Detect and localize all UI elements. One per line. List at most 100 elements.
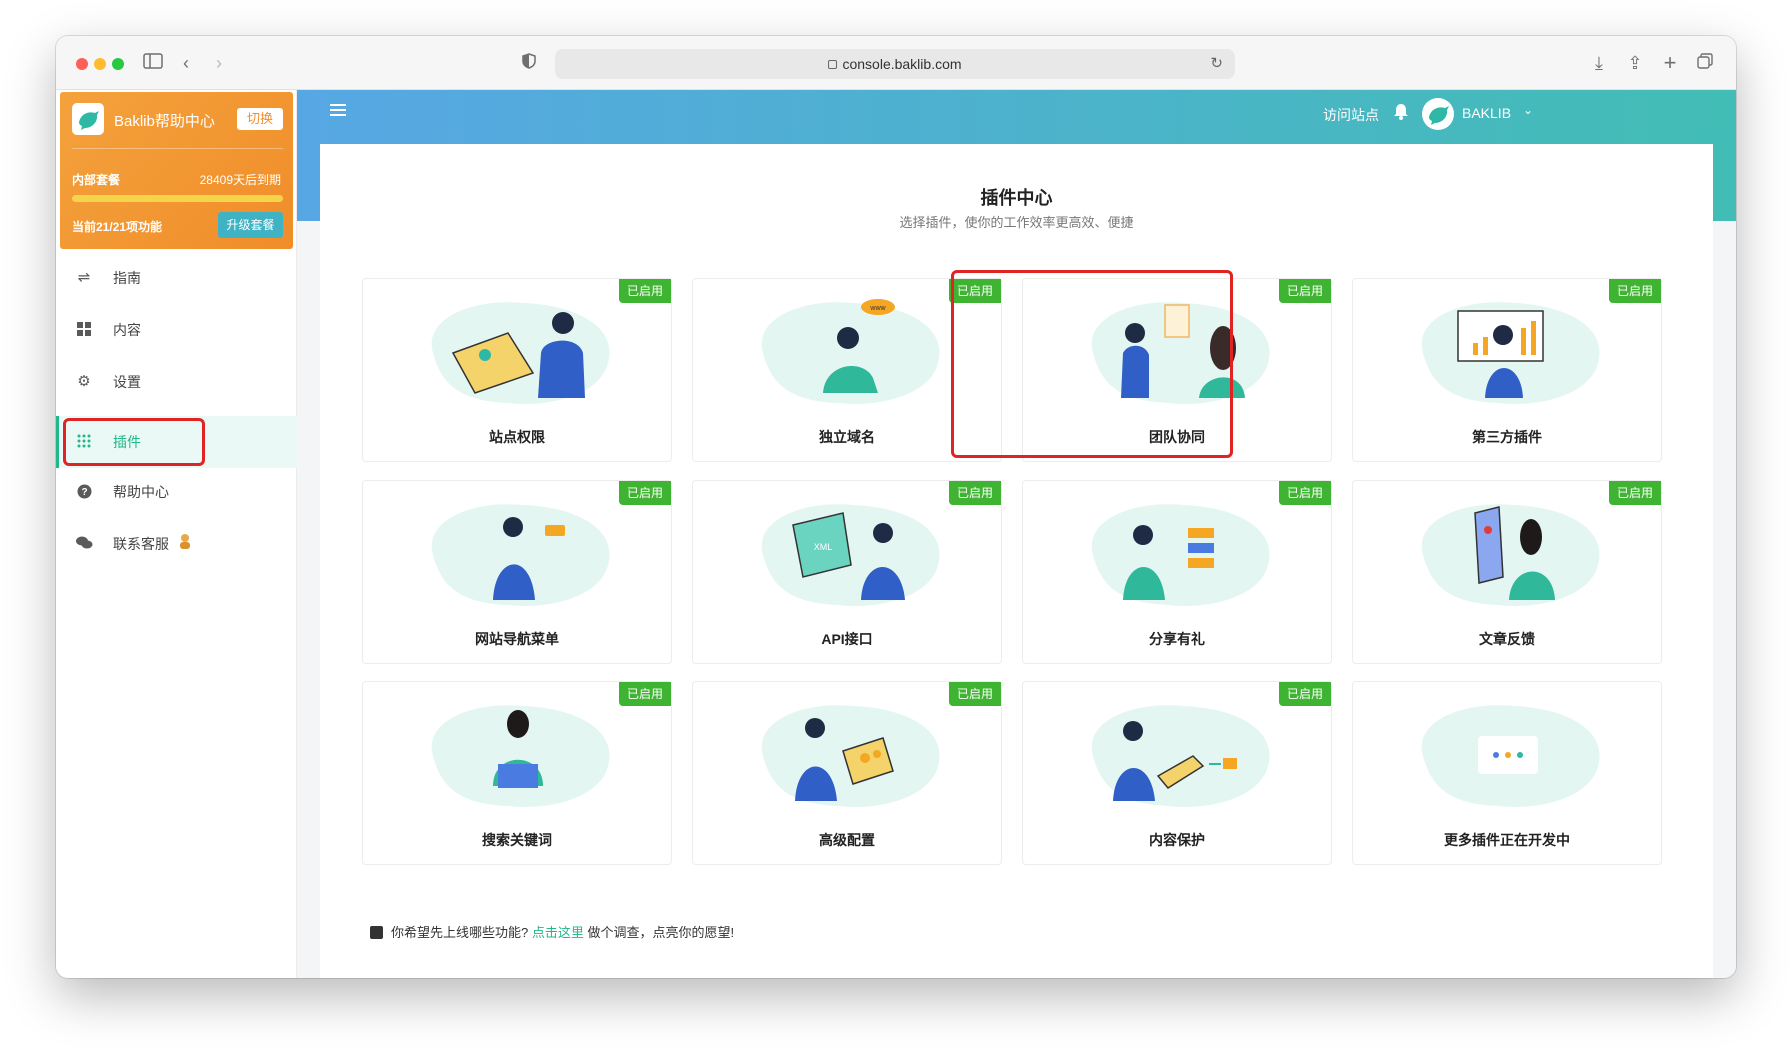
enabled-badge: 已启用 (949, 481, 1001, 505)
enabled-badge: 已启用 (1279, 481, 1331, 505)
plugin-card-content-protection[interactable]: 已启用 内容保护 (1022, 681, 1332, 865)
sidebar-item-label: 设置 (113, 374, 141, 390)
tabs-overview-icon[interactable] (1694, 52, 1716, 74)
site-permissions-illustration (413, 293, 623, 411)
grid-icon (76, 322, 92, 338)
enabled-badge: 已启用 (1279, 682, 1331, 706)
plugin-name: 搜索关键词 (482, 832, 552, 848)
survey-prefix: 你希望先上线哪些功能? (391, 925, 529, 940)
plugin-card-third-party-plugins[interactable]: 已启用 第三方插件 (1352, 278, 1662, 462)
upgrade-plan-button[interactable]: 升级套餐 (218, 212, 283, 238)
content-protection-illustration (1073, 696, 1283, 814)
plan-expiry: 28409天后到期 (199, 173, 281, 187)
plugin-name: 更多插件正在开发中 (1444, 832, 1570, 848)
page-subtitle: 选择插件，使你的工作效率更高效、便捷 (899, 215, 1134, 230)
article-feedback-illustration (1403, 495, 1613, 613)
enabled-badge: 已启用 (619, 279, 671, 303)
survey-suffix: 做个调查，点亮你的愿望! (587, 925, 735, 940)
menu-toggle-icon[interactable] (330, 104, 346, 118)
username[interactable]: BAKLIB (1462, 105, 1511, 121)
enabled-badge: 已启用 (1609, 279, 1661, 303)
plugin-card-site-navigation-menu[interactable]: 已启用 网站导航菜单 (362, 480, 672, 664)
plugin-name: 高级配置 (819, 832, 875, 848)
enabled-badge: 已启用 (1279, 279, 1331, 303)
signpost-icon: ⇌ (77, 269, 91, 286)
highlight-box (951, 270, 1233, 458)
svg-text:XML: XML (814, 542, 833, 552)
site-navigation-menu-illustration (413, 495, 623, 613)
sidebar-toggle-icon[interactable] (142, 52, 164, 74)
plugin-name: 分享有礼 (1149, 631, 1205, 647)
plugin-card-article-feedback[interactable]: 已启用 文章反馈 (1352, 480, 1662, 664)
enabled-badge: 已启用 (949, 682, 1001, 706)
zoom-window-button[interactable] (112, 58, 124, 70)
browser-toolbar: ‹ › console.baklib.com ↻ ⤓ ⇪ + (56, 36, 1736, 90)
plugin-card-search-keywords[interactable]: 已启用 搜索关键词 (362, 681, 672, 865)
support-agent-icon (176, 532, 194, 555)
plugin-card-more-coming: 更多插件正在开发中 (1352, 681, 1662, 865)
enabled-badge: 已启用 (619, 481, 671, 505)
feature-count: 当前21/21项功能 (72, 220, 163, 234)
close-window-button[interactable] (76, 58, 88, 70)
share-icon[interactable]: ⇪ (1624, 52, 1646, 74)
chevron-down-icon[interactable]: ⌄ (1523, 103, 1533, 117)
sidebar-item-settings[interactable]: ⚙ 设置 (56, 356, 297, 408)
url-text: console.baklib.com (842, 56, 962, 72)
forward-icon[interactable]: › (208, 52, 230, 74)
plugin-card-site-permissions[interactable]: 已启用 站点权限 (362, 278, 672, 462)
svg-text:?: ? (81, 487, 87, 498)
sidebar: Baklib帮助中心 切换 内部套餐 28409天后到期 当前21/21项功能 … (56, 90, 297, 978)
shield-icon[interactable] (518, 52, 540, 74)
sidebar-item-label: 帮助中心 (113, 484, 169, 500)
reload-icon[interactable]: ↻ (1210, 49, 1223, 79)
bell-icon[interactable] (1393, 103, 1409, 125)
switch-site-button[interactable]: 切换 (237, 108, 283, 130)
plugin-card-share-rewards[interactable]: 已启用 分享有礼 (1022, 480, 1332, 664)
share-rewards-illustration (1073, 495, 1283, 613)
plugin-name: 站点权限 (489, 429, 545, 445)
plugin-card-advanced-config[interactable]: 已启用 高级配置 (692, 681, 1002, 865)
chat-icon (76, 536, 93, 552)
custom-domain-illustration: www (743, 293, 953, 411)
plan-usage-bar (72, 195, 283, 202)
checklist-icon (370, 926, 383, 939)
survey-link[interactable]: 点击这里 (532, 925, 584, 940)
visit-site-link[interactable]: 访问站点 (1323, 105, 1379, 125)
api-illustration: XML (743, 495, 953, 613)
svg-text:www: www (869, 305, 886, 312)
enabled-badge: 已启用 (619, 682, 671, 706)
lock-icon (828, 59, 838, 69)
plugin-card-api[interactable]: 已启用 XML API接口 (692, 480, 1002, 664)
back-icon[interactable]: ‹ (175, 52, 197, 74)
sidebar-item-guide[interactable]: ⇌ 指南 (56, 252, 297, 304)
enabled-badge: 已启用 (1609, 481, 1661, 505)
download-icon[interactable]: ⤓ (1588, 52, 1610, 74)
sidebar-item-label: 指南 (113, 270, 141, 286)
minimize-window-button[interactable] (94, 58, 106, 70)
survey-note: 你希望先上线哪些功能? 点击这里 做个调查，点亮你的愿望! (370, 922, 734, 941)
top-header: 访问站点 BAKLIB ⌄ (297, 90, 1736, 137)
sidebar-item-content[interactable]: 内容 (56, 304, 297, 356)
plugin-center-panel: 插件中心 选择插件，使你的工作效率更高效、便捷 已启用 站点权限 已启用 www… (320, 144, 1713, 978)
new-tab-icon[interactable]: + (1659, 52, 1681, 74)
address-bar[interactable]: console.baklib.com ↻ (555, 49, 1235, 79)
sidebar-item-contact-support[interactable]: 联系客服 (56, 518, 297, 570)
plugin-name: 第三方插件 (1472, 429, 1542, 445)
sidebar-item-help-center[interactable]: ? 帮助中心 (56, 466, 297, 518)
plan-card: Baklib帮助中心 切换 内部套餐 28409天后到期 当前21/21项功能 … (60, 92, 293, 249)
sidebar-item-label: 联系客服 (113, 536, 169, 552)
plan-name: 内部套餐 (72, 173, 121, 187)
third-party-plugins-illustration (1403, 293, 1613, 411)
plugin-name: API接口 (821, 631, 873, 647)
more-plugins-illustration (1403, 696, 1613, 814)
browser-window: ‹ › console.baklib.com ↻ ⤓ ⇪ + Baklib帮助中… (56, 36, 1736, 978)
app-area: Baklib帮助中心 切换 内部套餐 28409天后到期 当前21/21项功能 … (56, 90, 1736, 978)
page-title: 插件中心 (980, 188, 1053, 208)
gear-icon: ⚙ (77, 373, 91, 390)
plugin-name: 内容保护 (1149, 832, 1205, 848)
plugin-name: 网站导航菜单 (475, 631, 559, 647)
avatar[interactable] (1422, 98, 1454, 130)
advanced-config-illustration (743, 696, 953, 814)
question-icon: ? (76, 484, 92, 500)
sidebar-item-label: 内容 (113, 322, 141, 338)
